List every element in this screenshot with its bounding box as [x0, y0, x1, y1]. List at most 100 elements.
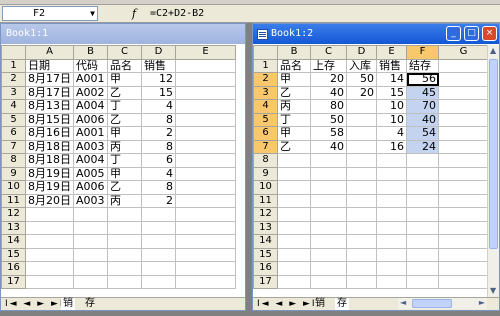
grid-cell[interactable] [406, 234, 439, 249]
grid-cell[interactable]: 8月16日 [25, 126, 74, 141]
grid-cell[interactable] [438, 234, 489, 249]
grid-cell[interactable] [346, 126, 377, 141]
grid-cell[interactable]: 20 [346, 85, 377, 100]
grid-cell[interactable] [346, 99, 377, 114]
grid-cell[interactable] [141, 261, 176, 276]
grid-cell[interactable] [346, 247, 377, 262]
grid-cell[interactable] [25, 234, 74, 249]
row-header[interactable]: 5 [253, 112, 278, 127]
select-all-corner[interactable] [1, 45, 26, 60]
grid-cell[interactable] [346, 207, 377, 222]
scrollbar-thumb[interactable] [412, 299, 452, 308]
grid-cell[interactable] [175, 180, 236, 195]
grid-cell[interactable]: 丁 [107, 153, 142, 168]
grid-cell[interactable] [438, 112, 489, 127]
grid-cell[interactable] [310, 153, 347, 168]
grid-cell[interactable] [376, 261, 407, 276]
grid-cell[interactable] [107, 247, 142, 262]
row-header[interactable]: 11 [1, 193, 26, 208]
column-header[interactable]: A [25, 45, 74, 60]
grid-cell[interactable]: 2 [141, 193, 176, 208]
grid-cell[interactable] [438, 193, 489, 208]
grid-cell[interactable] [141, 247, 176, 262]
grid-cell[interactable] [376, 180, 407, 195]
grid-cell[interactable] [277, 180, 311, 195]
grid-cell[interactable] [438, 153, 489, 168]
grid-cell[interactable] [346, 261, 377, 276]
row-header[interactable]: 2 [253, 72, 278, 87]
grid-cell[interactable]: 甲 [107, 166, 142, 181]
grid-cell[interactable] [438, 220, 489, 235]
grid-cell[interactable] [277, 207, 311, 222]
grid-cell[interactable]: 4 [141, 99, 176, 114]
scroll-down-icon[interactable]: ▼ [490, 286, 496, 296]
grid-cell[interactable]: 销售 [376, 58, 407, 73]
row-header[interactable]: 1 [253, 58, 278, 73]
grid-cell[interactable]: 56 [406, 72, 439, 87]
grid-cell[interactable] [346, 180, 377, 195]
grid-cell[interactable]: 结存 [406, 58, 439, 73]
grid-cell[interactable]: 8 [141, 139, 176, 154]
grid-cell[interactable] [346, 153, 377, 168]
grid-cell[interactable] [107, 274, 142, 289]
grid-cell[interactable]: 代码 [73, 58, 108, 73]
grid-cell[interactable] [141, 274, 176, 289]
grid-cell[interactable] [175, 261, 236, 276]
row-header[interactable]: 15 [1, 247, 26, 262]
grid-cell[interactable]: 4 [376, 126, 407, 141]
grid-cell[interactable] [376, 234, 407, 249]
grid-cell[interactable]: A004 [73, 99, 108, 114]
scrollbar-thumb[interactable] [489, 59, 498, 249]
grid-cell[interactable]: 8月18日 [25, 139, 74, 154]
grid-cell[interactable]: A003 [73, 193, 108, 208]
grid-cell[interactable] [310, 193, 347, 208]
grid-cell[interactable]: 甲 [107, 72, 142, 87]
grid-cell[interactable]: 6 [141, 153, 176, 168]
grid-cell[interactable] [277, 193, 311, 208]
horizontal-scrollbar[interactable]: ◄ ► [398, 298, 487, 309]
row-header[interactable]: 10 [1, 180, 26, 195]
grid-cell[interactable]: A001 [73, 126, 108, 141]
grid-cell[interactable] [25, 220, 74, 235]
grid-cell[interactable] [438, 85, 489, 100]
grid-cell[interactable]: 丁 [107, 99, 142, 114]
grid-cell[interactable] [438, 180, 489, 195]
sheet-tab-stock[interactable]: 存 [335, 298, 349, 310]
row-header[interactable]: 8 [1, 153, 26, 168]
grid-cell[interactable]: 甲 [107, 126, 142, 141]
grid-cell[interactable] [277, 153, 311, 168]
grid-cell[interactable] [406, 261, 439, 276]
close-button[interactable]: × [482, 26, 497, 41]
grid-cell[interactable]: 80 [310, 99, 347, 114]
row-header[interactable]: 15 [253, 247, 278, 262]
grid-cell[interactable] [310, 180, 347, 195]
grid-cell[interactable]: 8月20日 [25, 193, 74, 208]
chevron-down-icon[interactable]: ▼ [90, 7, 95, 20]
grid-cell[interactable] [438, 72, 489, 87]
grid-cell[interactable]: 乙 [277, 139, 311, 154]
sheet-window-book1-1[interactable]: Book1:1 ABCDE 1 日期 代码 品名 销售 2 8月17日 A001 甲 12 3 8月1… [0, 23, 246, 311]
grid-cell[interactable] [175, 166, 236, 181]
grid-cell[interactable] [73, 234, 108, 249]
row-header[interactable]: 6 [253, 126, 278, 141]
grid-cell[interactable] [175, 126, 236, 141]
grid-cell[interactable]: 8月15日 [25, 112, 74, 127]
grid-cell[interactable]: 甲 [277, 126, 311, 141]
grid-cell[interactable] [438, 126, 489, 141]
row-header[interactable]: 12 [253, 207, 278, 222]
grid-cell[interactable] [346, 234, 377, 249]
grid-cell[interactable]: 45 [406, 85, 439, 100]
row-header[interactable]: 12 [1, 207, 26, 222]
grid-cell[interactable]: 8月13日 [25, 99, 74, 114]
scroll-left-icon[interactable]: ◄ [400, 298, 406, 308]
grid-cell[interactable] [175, 193, 236, 208]
grid-cell[interactable]: 40 [310, 139, 347, 154]
grid-cell[interactable]: 丙 [107, 193, 142, 208]
grid-cell[interactable] [141, 207, 176, 222]
minimize-button[interactable]: _ [446, 26, 461, 41]
grid-cell[interactable] [25, 261, 74, 276]
grid-cell[interactable] [406, 220, 439, 235]
grid-cell[interactable] [346, 220, 377, 235]
grid-cell[interactable] [310, 166, 347, 181]
grid-cell[interactable] [438, 274, 489, 289]
